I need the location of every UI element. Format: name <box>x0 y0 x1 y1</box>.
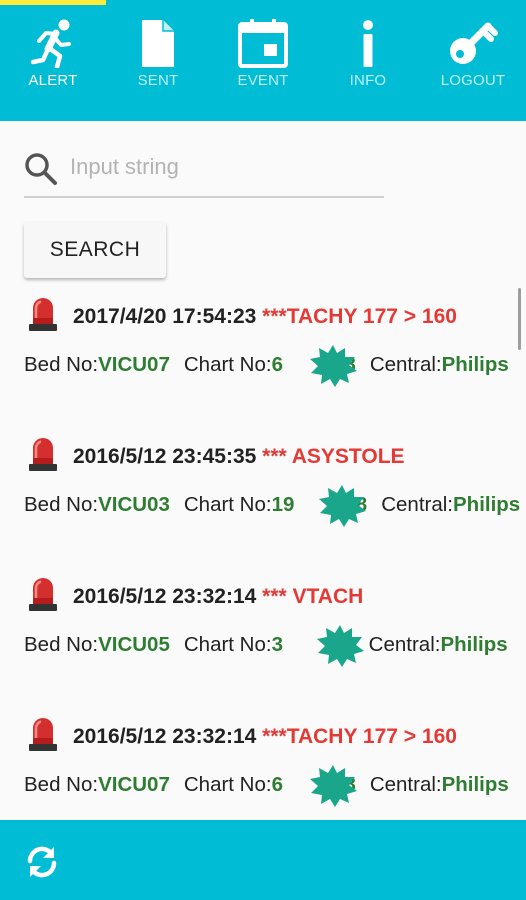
alert-message: *** VTACH <box>262 585 364 608</box>
central-label: Central: <box>381 493 453 516</box>
bed-value: VICU03 <box>98 493 170 516</box>
central-value: Philips <box>453 493 521 516</box>
central-value: Philips <box>440 633 508 656</box>
alert-item[interactable]: 2016/5/12 23:45:35 *** ASYSTOLE Bed No:V… <box>0 430 526 550</box>
active-tab-indicator <box>0 0 106 5</box>
chart-label: Chart No: <box>183 633 272 656</box>
running-person-icon <box>30 19 71 68</box>
nav-logout[interactable]: LOGOUT <box>428 18 518 89</box>
bottom-bar <box>0 820 526 900</box>
alert-timestamp: 2016/5/12 23:45:35 <box>73 445 257 468</box>
alert-message: ***TACHY 177 > 160 <box>262 305 457 328</box>
bed-value: VICU07 <box>98 773 170 796</box>
alert-item[interactable]: 2016/5/12 23:32:14 ***TACHY 177 > 160 Be… <box>0 710 526 820</box>
central-value: Philips <box>441 773 509 796</box>
siren-icon <box>29 298 57 331</box>
chart-label: Chart No: <box>183 493 272 516</box>
refresh-icon[interactable] <box>24 844 60 880</box>
nav-sent[interactable]: SENT <box>113 18 203 89</box>
redaction-blot <box>317 625 364 667</box>
alert-details: Bed No:VICU07Chart No:628Central:Philips <box>24 773 509 797</box>
chart-value-start: 6 <box>271 353 283 376</box>
bed-value: VICU07 <box>98 353 170 376</box>
alert-message: *** ASYSTOLE <box>262 445 405 468</box>
nav-info-label: INFO <box>349 72 387 89</box>
nav-logout-label: LOGOUT <box>440 72 506 89</box>
bed-label: Bed No: <box>24 633 99 656</box>
alert-header: 2016/5/12 23:32:14 ***TACHY 177 > 160 <box>73 725 457 749</box>
redaction-blot <box>310 345 357 387</box>
alert-header: 2016/5/12 23:45:35 *** ASYSTOLE <box>73 445 405 469</box>
document-icon <box>142 20 174 67</box>
alert-details: Bed No:VICU03Chart No:1958Central:Philip… <box>24 493 520 517</box>
siren-icon <box>29 718 57 751</box>
alert-message: ***TACHY 177 > 160 <box>262 725 457 748</box>
central-label: Central: <box>369 353 442 376</box>
central-value: Philips <box>441 353 509 376</box>
siren-icon <box>29 578 57 611</box>
search-icon <box>25 153 57 185</box>
alert-timestamp: 2016/5/12 23:32:14 <box>73 585 257 608</box>
key-icon <box>450 22 498 64</box>
nav-sent-label: SENT <box>137 72 179 89</box>
nav-event-label: EVENT <box>237 72 289 89</box>
alert-item[interactable]: 2017/4/20 17:54:23 ***TACHY 177 > 160 Be… <box>0 290 526 410</box>
bed-label: Bed No: <box>24 773 99 796</box>
alert-item[interactable]: 2016/5/12 23:32:14 *** VTACH Bed No:VICU… <box>0 570 526 690</box>
siren-icon <box>29 438 57 471</box>
redaction-blot <box>310 765 357 807</box>
top-nav-bar: ALERT SENT EVENT INFO LOGOUT <box>0 0 526 121</box>
chart-value-start: 6 <box>271 773 283 796</box>
search-button[interactable]: SEARCH <box>24 222 166 278</box>
alert-list[interactable]: 2017/4/20 17:54:23 ***TACHY 177 > 160 Be… <box>0 290 526 820</box>
alert-timestamp: 2016/5/12 23:32:14 <box>73 725 257 748</box>
redaction-blot <box>319 485 366 527</box>
nav-alert[interactable]: ALERT <box>8 18 98 89</box>
bed-label: Bed No: <box>24 493 99 516</box>
chart-value-start: 19 <box>271 493 295 516</box>
chart-label: Chart No: <box>183 773 272 796</box>
nav-event[interactable]: EVENT <box>218 18 308 89</box>
bed-value: VICU05 <box>98 633 170 656</box>
nav-alert-label: ALERT <box>28 72 78 89</box>
list-scrollbar[interactable] <box>518 288 521 350</box>
bed-label: Bed No: <box>24 353 99 376</box>
search-input[interactable] <box>70 150 370 184</box>
search-field[interactable] <box>24 140 384 198</box>
calendar-icon <box>238 19 288 68</box>
nav-info[interactable]: INFO <box>323 18 413 89</box>
info-icon <box>363 20 373 67</box>
central-label: Central: <box>369 773 442 796</box>
chart-label: Chart No: <box>183 353 272 376</box>
alert-header: 2017/4/20 17:54:23 ***TACHY 177 > 160 <box>73 305 457 329</box>
central-label: Central: <box>368 633 441 656</box>
alert-details: Bed No:VICU07Chart No:628Central:Philips <box>24 353 509 377</box>
alert-details: Bed No:VICU05Chart No:311Central:Philips <box>24 633 508 657</box>
chart-value-start: 3 <box>271 633 283 656</box>
alert-timestamp: 2017/4/20 17:54:23 <box>73 305 257 328</box>
alert-header: 2016/5/12 23:32:14 *** VTACH <box>73 585 363 609</box>
